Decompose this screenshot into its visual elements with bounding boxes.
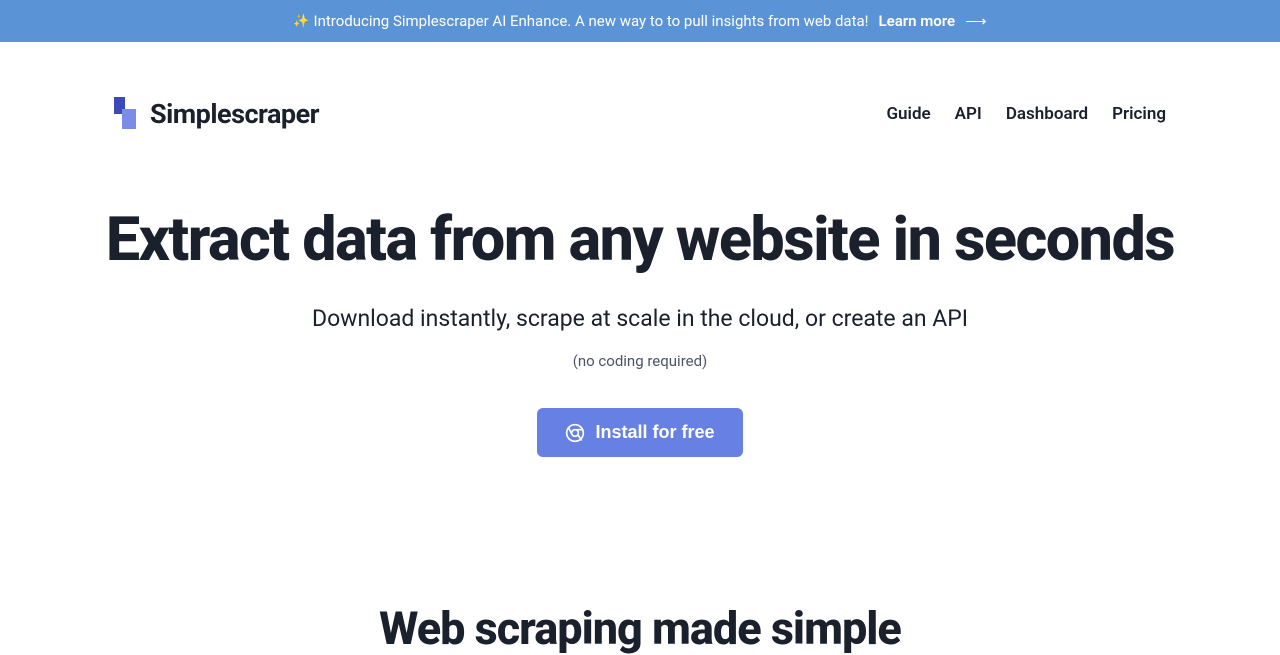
section-title: Web scraping made simple: [0, 602, 1280, 655]
chrome-icon: [565, 423, 585, 443]
logo[interactable]: Simplescraper: [114, 97, 319, 131]
main-nav: Guide API Dashboard Pricing: [886, 104, 1166, 124]
hero-title: Extract data from any website in seconds: [24, 206, 1256, 273]
site-header: Simplescraper Guide API Dashboard Pricin…: [90, 42, 1190, 131]
learn-more-link[interactable]: Learn more: [879, 12, 956, 30]
sparkle-icon: ✨: [293, 14, 309, 29]
nav-api[interactable]: API: [955, 104, 982, 124]
nav-guide[interactable]: Guide: [886, 104, 930, 124]
logo-icon: [114, 97, 136, 131]
install-button[interactable]: Install for free: [537, 408, 742, 457]
hero-section: Extract data from any website in seconds…: [0, 206, 1280, 457]
nav-pricing[interactable]: Pricing: [1112, 104, 1166, 124]
arrow-icon: ⟶: [965, 12, 987, 30]
announcement-bar[interactable]: ✨ Introducing Simplescraper AI Enhance. …: [0, 0, 1280, 42]
hero-subtitle: Download instantly, scrape at scale in t…: [24, 305, 1256, 332]
logo-text: Simplescraper: [150, 98, 319, 130]
hero-note: (no coding required): [24, 352, 1256, 370]
nav-dashboard[interactable]: Dashboard: [1006, 104, 1088, 124]
install-button-label: Install for free: [595, 422, 714, 443]
announcement-text: Introducing Simplescraper AI Enhance. A …: [314, 12, 869, 30]
